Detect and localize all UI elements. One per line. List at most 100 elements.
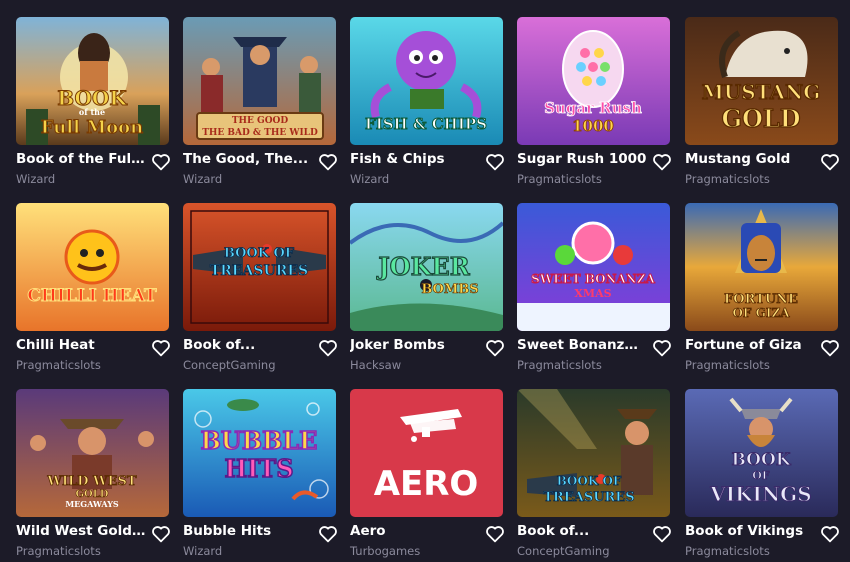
game-thumbnail[interactable]: BOOK of the Full Moon xyxy=(16,17,169,145)
game-title[interactable]: Fish & Chips xyxy=(350,151,480,167)
game-title[interactable]: Book of the Full... xyxy=(16,151,146,167)
svg-text:Sugar Rush: Sugar Rush xyxy=(544,99,642,117)
game-thumbnail[interactable]: BOOK OF TREASURES xyxy=(517,389,670,517)
game-provider: Pragmaticslots xyxy=(517,172,602,186)
game-thumbnail[interactable]: BOOK OF TREASURES xyxy=(183,203,336,331)
game-art-bubble-hits: BUBBLE HITS xyxy=(183,389,336,517)
game-grid: BOOK of the Full Moon Book of the Full..… xyxy=(0,0,850,562)
game-title[interactable]: Sweet Bonanza... xyxy=(517,337,647,353)
svg-text:SWEET BONANZA: SWEET BONANZA xyxy=(531,272,655,286)
heart-outline-icon[interactable] xyxy=(820,339,840,357)
svg-text:JOKER: JOKER xyxy=(376,252,470,281)
heart-outline-icon[interactable] xyxy=(151,339,171,357)
game-card[interactable]: BOOK OF VIKINGS Book of Vikings Pragmati… xyxy=(685,389,839,558)
svg-text:XMAS: XMAS xyxy=(574,287,611,300)
game-card[interactable]: FISH & CHIPS Fish & Chips Wizard xyxy=(350,17,504,186)
game-card[interactable]: BOOK OF TREASURES Book of... ConceptGami… xyxy=(183,203,337,372)
game-thumbnail[interactable]: WILD WEST GOLD MEGAWAYS xyxy=(16,389,169,517)
game-thumbnail[interactable]: MUSTANG GOLD xyxy=(685,17,838,145)
heart-outline-icon[interactable] xyxy=(652,339,672,357)
game-thumbnail[interactable]: BOOK OF VIKINGS xyxy=(685,389,838,517)
game-card[interactable]: BOOK of the Full Moon Book of the Full..… xyxy=(16,17,170,186)
game-title[interactable]: Book of Vikings xyxy=(685,523,815,539)
game-card[interactable]: BOOK OF TREASURES Book of... ConceptGami… xyxy=(517,389,671,558)
game-title[interactable]: Book of... xyxy=(517,523,647,539)
game-title[interactable]: The Good, The... xyxy=(183,151,313,167)
game-provider: Wizard xyxy=(16,172,56,186)
game-thumbnail[interactable]: THE GOOD THE BAD & THE WILD xyxy=(183,17,336,145)
heart-outline-icon[interactable] xyxy=(318,339,338,357)
heart-outline-icon[interactable] xyxy=(820,525,840,543)
game-card[interactable]: JOKER BOMBS Joker Bombs Hacksaw xyxy=(350,203,504,372)
svg-text:BOOK: BOOK xyxy=(731,450,791,470)
game-title[interactable]: Joker Bombs xyxy=(350,337,480,353)
svg-text:1000: 1000 xyxy=(572,117,614,135)
heart-outline-icon[interactable] xyxy=(652,525,672,543)
game-art-aero: AERO xyxy=(350,389,503,517)
svg-text:BOOK OF: BOOK OF xyxy=(557,474,622,488)
game-provider: ConceptGaming xyxy=(517,544,610,558)
svg-text:THE BAD & THE WILD: THE BAD & THE WILD xyxy=(202,128,318,138)
game-title[interactable]: Wild West Gold... xyxy=(16,523,146,539)
game-provider: Turbogames xyxy=(350,544,421,558)
game-title[interactable]: Book of... xyxy=(183,337,313,353)
game-card[interactable]: WILD WEST GOLD MEGAWAYS Wild West Gold..… xyxy=(16,389,170,558)
game-thumbnail[interactable]: SWEET BONANZA XMAS xyxy=(517,203,670,331)
game-card[interactable]: SWEET BONANZA XMAS Sweet Bonanza... Prag… xyxy=(517,203,671,372)
svg-text:MUSTANG: MUSTANG xyxy=(702,80,821,104)
game-card[interactable]: BUBBLE HITS Bubble Hits Wizard xyxy=(183,389,337,558)
game-art-chilli-heat: CHILLI HEAT xyxy=(16,203,169,331)
heart-outline-icon[interactable] xyxy=(151,525,171,543)
heart-outline-icon[interactable] xyxy=(485,153,505,171)
game-art-joker-bombs: JOKER BOMBS xyxy=(350,203,503,331)
svg-text:OF: OF xyxy=(752,469,770,482)
game-title[interactable]: Bubble Hits xyxy=(183,523,313,539)
game-card[interactable]: Sugar Rush 1000 Sugar Rush 1000 Pragmati… xyxy=(517,17,671,186)
game-provider: Wizard xyxy=(183,172,223,186)
game-card[interactable]: AERO Aero Turbogames xyxy=(350,389,504,558)
svg-text:TREASURES: TREASURES xyxy=(210,263,308,279)
game-provider: Pragmaticslots xyxy=(685,172,770,186)
svg-text:of the: of the xyxy=(79,107,105,117)
game-card[interactable]: THE GOOD THE BAD & THE WILD The Good, Th… xyxy=(183,17,337,186)
game-thumbnail[interactable]: JOKER BOMBS xyxy=(350,203,503,331)
game-art-book-of-treasures: BOOK OF TREASURES xyxy=(517,389,670,517)
game-title[interactable]: Chilli Heat xyxy=(16,337,146,353)
svg-text:AERO: AERO xyxy=(374,464,479,504)
game-provider: Hacksaw xyxy=(350,358,402,372)
game-thumbnail[interactable]: FISH & CHIPS xyxy=(350,17,503,145)
game-provider: Wizard xyxy=(183,544,223,558)
game-thumbnail[interactable]: Sugar Rush 1000 xyxy=(517,17,670,145)
heart-outline-icon[interactable] xyxy=(318,525,338,543)
game-thumbnail[interactable]: BUBBLE HITS xyxy=(183,389,336,517)
game-provider: Wizard xyxy=(350,172,390,186)
game-card[interactable]: CHILLI HEAT Chilli Heat Pragmaticslots xyxy=(16,203,170,372)
game-card[interactable]: MUSTANG GOLD Mustang Gold Pragmaticslots xyxy=(685,17,839,186)
game-art-book-of-full-moon: BOOK of the Full Moon xyxy=(16,17,169,145)
svg-text:MEGAWAYS: MEGAWAYS xyxy=(65,499,119,509)
game-thumbnail[interactable]: AERO xyxy=(350,389,503,517)
heart-outline-icon[interactable] xyxy=(652,153,672,171)
heart-outline-icon[interactable] xyxy=(485,339,505,357)
game-card[interactable]: FORTUNE OF GIZA Fortune of Giza Pragmati… xyxy=(685,203,839,372)
game-art-book-of-vikings: BOOK OF VIKINGS xyxy=(685,389,838,517)
svg-text:VIKINGS: VIKINGS xyxy=(709,482,811,506)
svg-text:BOOK OF: BOOK OF xyxy=(224,246,295,261)
game-art-sugar-rush-1000: Sugar Rush 1000 xyxy=(517,17,670,145)
game-provider: Pragmaticslots xyxy=(685,358,770,372)
heart-outline-icon[interactable] xyxy=(485,525,505,543)
game-title[interactable]: Fortune of Giza xyxy=(685,337,815,353)
game-title[interactable]: Aero xyxy=(350,523,480,539)
svg-text:CHILLI HEAT: CHILLI HEAT xyxy=(27,286,157,306)
game-art-wild-west-gold-megaways: WILD WEST GOLD MEGAWAYS xyxy=(16,389,169,517)
game-title[interactable]: Mustang Gold xyxy=(685,151,815,167)
heart-outline-icon[interactable] xyxy=(151,153,171,171)
heart-outline-icon[interactable] xyxy=(820,153,840,171)
game-thumbnail[interactable]: CHILLI HEAT xyxy=(16,203,169,331)
game-title[interactable]: Sugar Rush 1000 xyxy=(517,151,647,167)
game-art-book-of-treasures: BOOK OF TREASURES xyxy=(183,203,336,331)
heart-outline-icon[interactable] xyxy=(318,153,338,171)
svg-text:WILD WEST: WILD WEST xyxy=(46,474,137,489)
game-thumbnail[interactable]: FORTUNE OF GIZA xyxy=(685,203,838,331)
svg-text:BUBBLE: BUBBLE xyxy=(201,426,318,455)
